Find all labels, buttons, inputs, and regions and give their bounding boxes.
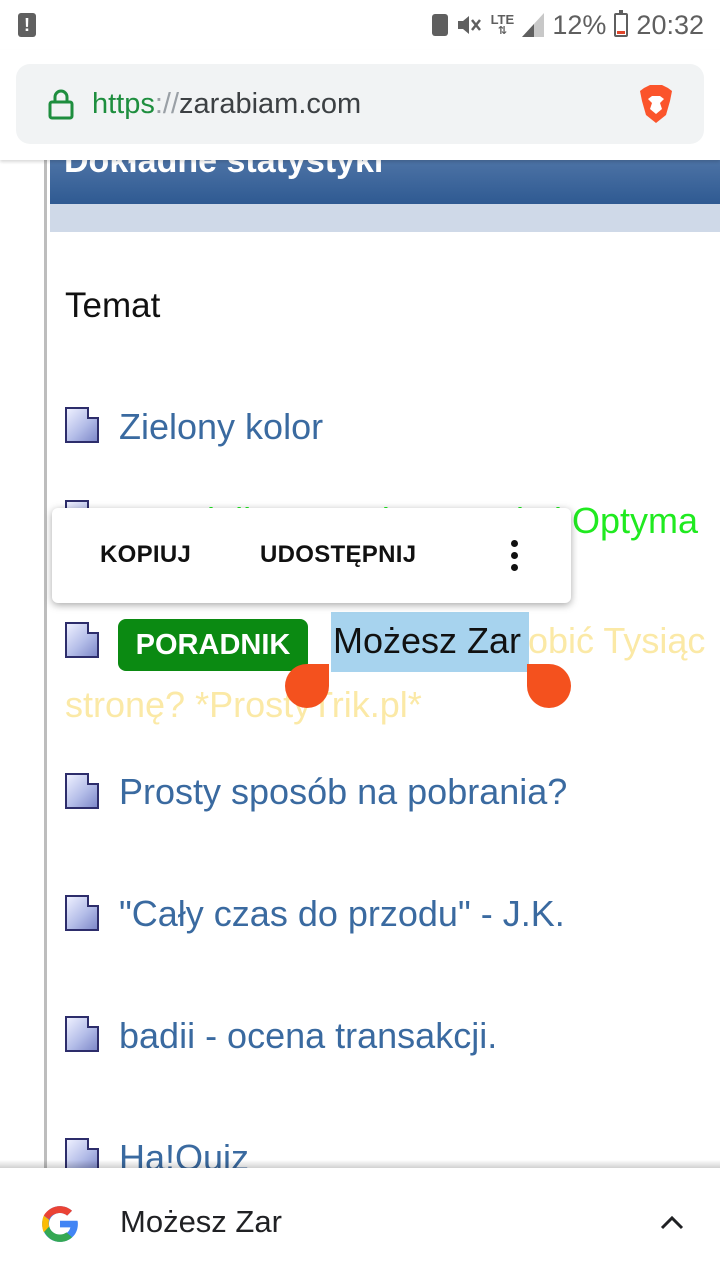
copy-button[interactable]: KOPIUJ (100, 541, 191, 569)
battery-icon (614, 10, 629, 37)
topic-link[interactable]: Zielony kolor (119, 406, 323, 448)
brave-icon[interactable] (638, 84, 674, 124)
page-frame-border (44, 160, 47, 1280)
url-host: zarabiam.com (179, 88, 362, 120)
save-icon (432, 14, 449, 36)
google-icon (42, 1206, 78, 1242)
alert-icon (18, 13, 36, 37)
poradnik-badge: PORADNIK (118, 619, 308, 671)
search-query: Możesz Zar (120, 1204, 282, 1239)
topic-icon (65, 1016, 99, 1052)
url-text[interactable]: https://zarabiam.com (92, 86, 361, 122)
chevron-up-icon[interactable] (657, 1208, 687, 1238)
more-vert-icon[interactable] (502, 538, 526, 574)
url-separator: :// (154, 88, 180, 120)
sheet-shadow (0, 1160, 720, 1168)
forum-subheader (50, 204, 720, 232)
topic-icon (65, 895, 99, 931)
selection-handle-start[interactable] (285, 664, 329, 708)
topic-link[interactable]: badii - ocena transakcji. (119, 1015, 497, 1057)
clock: 20:32 (636, 9, 704, 40)
topic-link[interactable]: "Cały czas do przodu" - J.K. (119, 893, 565, 935)
browser-toolbar: https://zarabiam.com (0, 50, 720, 160)
status-bar: LTE ⇅ 12% 20:32 (0, 0, 720, 50)
lte-indicator: LTE ⇅ (490, 12, 515, 37)
selected-text[interactable]: Możesz Zar (333, 620, 521, 662)
column-header-topic: Temat (65, 286, 161, 325)
status-icons: LTE ⇅ 12% 20:32 (432, 8, 704, 42)
lock-icon (48, 89, 74, 120)
address-bar[interactable]: https://zarabiam.com (16, 64, 704, 144)
topic-icon (65, 622, 99, 658)
topic-link[interactable]: Prosty sposób na pobrania? (119, 771, 567, 813)
topic-icon (65, 407, 99, 443)
mute-icon (456, 14, 482, 36)
signal-icon (522, 13, 545, 37)
share-button[interactable]: UDOSTĘPNIJ (260, 541, 416, 569)
topic-link-line2[interactable]: stronę? *ProstyTrik.pl* (65, 684, 422, 726)
contextual-search-sheet[interactable]: Możesz Zar (0, 1168, 720, 1280)
topic-link-continued[interactable]: obić Tysiąc (528, 620, 705, 662)
text-selection-menu: KOPIUJ UDOSTĘPNIJ (52, 508, 571, 603)
selection-handle-end[interactable] (527, 664, 571, 708)
battery-percent: 12% (552, 9, 607, 40)
topic-icon (65, 773, 99, 809)
url-scheme: https (92, 88, 155, 120)
